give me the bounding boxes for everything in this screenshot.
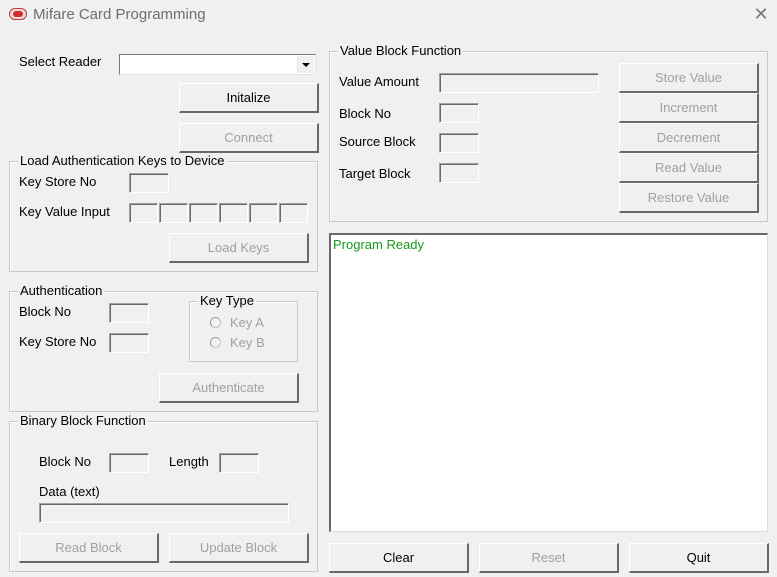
reader-dropdown[interactable]	[119, 54, 316, 75]
length-input[interactable]	[219, 453, 259, 473]
load-keys-button[interactable]: Load Keys	[169, 233, 309, 263]
log-line: Program Ready	[333, 237, 425, 252]
key-value-byte-4[interactable]	[219, 203, 248, 223]
target-block-input[interactable]	[439, 163, 479, 183]
auth-block-no-input[interactable]	[109, 303, 149, 323]
acs-logo-icon	[9, 8, 27, 20]
key-b-label: Key B	[230, 335, 265, 350]
data-text-input[interactable]	[39, 503, 289, 523]
reset-button[interactable]: Reset	[479, 543, 619, 573]
increment-button[interactable]: Increment	[619, 93, 759, 123]
data-text-label: Data (text)	[39, 484, 100, 499]
read-block-button[interactable]: Read Block	[19, 533, 159, 563]
value-block-no-input[interactable]	[439, 103, 479, 123]
binary-block-no-label: Block No	[39, 454, 92, 469]
auth-key-store-no-input[interactable]	[109, 333, 149, 353]
binary-block-group-title: Binary Block Function	[18, 413, 148, 428]
key-value-input-label: Key Value Input	[19, 204, 110, 219]
clear-button[interactable]: Clear	[329, 543, 469, 573]
authenticate-button[interactable]: Authenticate	[159, 373, 299, 403]
restore-value-button[interactable]: Restore Value	[619, 183, 759, 213]
update-block-button[interactable]: Update Block	[169, 533, 309, 563]
log-output[interactable]: Program Ready	[329, 233, 768, 532]
authentication-group-title: Authentication	[18, 283, 105, 298]
connect-button[interactable]: Connect	[179, 123, 319, 153]
key-a-radio[interactable]	[210, 317, 221, 328]
auth-key-store-no-label: Key Store No	[19, 334, 97, 349]
key-store-no-input[interactable]	[129, 173, 169, 193]
source-block-input[interactable]	[439, 133, 479, 153]
quit-button[interactable]: Quit	[629, 543, 769, 573]
select-reader-label: Select Reader	[19, 54, 102, 69]
key-type-group	[189, 301, 298, 362]
value-block-no-label: Block No	[339, 106, 392, 121]
binary-block-no-input[interactable]	[109, 453, 149, 473]
store-value-button[interactable]: Store Value	[619, 63, 759, 93]
key-value-byte-3[interactable]	[189, 203, 218, 223]
load-keys-group-title: Load Authentication Keys to Device	[18, 153, 227, 168]
close-icon[interactable]: ✕	[752, 5, 770, 23]
value-amount-input[interactable]	[439, 73, 599, 93]
target-block-label: Target Block	[339, 166, 411, 181]
key-a-label: Key A	[230, 315, 264, 330]
source-block-label: Source Block	[339, 134, 416, 149]
auth-block-no-label: Block No	[19, 304, 72, 319]
key-value-byte-2[interactable]	[159, 203, 188, 223]
key-store-no-label: Key Store No	[19, 174, 97, 189]
value-amount-label: Value Amount	[339, 74, 419, 89]
decrement-button[interactable]: Decrement	[619, 123, 759, 153]
window-title: Mifare Card Programming	[33, 6, 206, 23]
key-value-byte-5[interactable]	[249, 203, 278, 223]
key-b-radio[interactable]	[210, 337, 221, 348]
initialize-button[interactable]: Initalize	[179, 83, 319, 113]
value-block-group-title: Value Block Function	[338, 43, 464, 58]
chevron-down-icon[interactable]	[297, 56, 314, 73]
read-value-button[interactable]: Read Value	[619, 153, 759, 183]
key-value-byte-6[interactable]	[279, 203, 308, 223]
key-value-byte-1[interactable]	[129, 203, 158, 223]
length-label: Length	[169, 454, 209, 469]
key-type-group-title: Key Type	[198, 293, 256, 308]
